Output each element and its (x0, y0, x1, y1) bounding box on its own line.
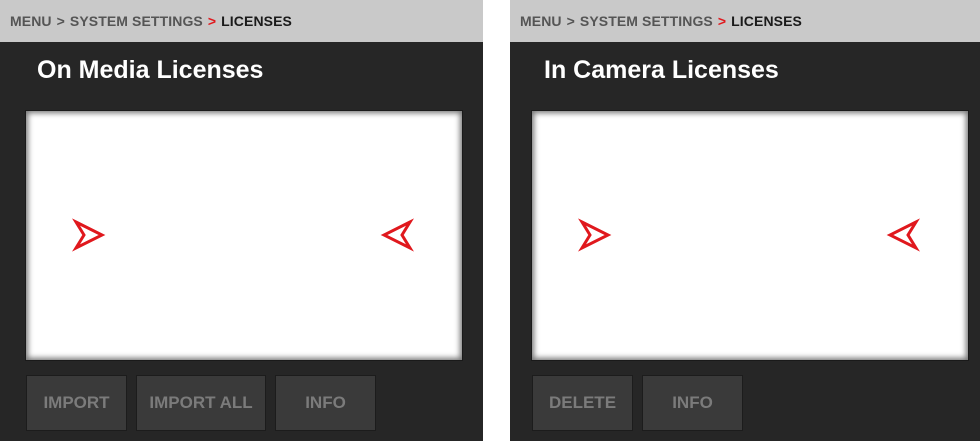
breadcrumb-current: LICENSES (221, 13, 292, 29)
info-button[interactable]: INFO (275, 375, 376, 431)
breadcrumb: MENU > SYSTEM SETTINGS > LICENSES (0, 0, 483, 42)
breadcrumb: MENU > SYSTEM SETTINGS > LICENSES (510, 0, 980, 42)
breadcrumb-menu[interactable]: MENU (520, 13, 562, 29)
breadcrumb-separator-active: > (207, 13, 217, 29)
page-title: On Media Licenses (37, 56, 264, 84)
breadcrumb-separator: > (566, 13, 575, 29)
import-all-button[interactable]: IMPORT ALL (136, 375, 266, 431)
chevron-right-icon (578, 218, 612, 252)
in-camera-licenses-panel: MENU > SYSTEM SETTINGS > LICENSES In Cam… (510, 0, 980, 441)
license-list[interactable] (532, 111, 968, 360)
breadcrumb-current: LICENSES (731, 13, 802, 29)
breadcrumb-separator: > (56, 13, 65, 29)
breadcrumb-menu[interactable]: MENU (10, 13, 52, 29)
delete-button[interactable]: DELETE (532, 375, 633, 431)
import-button[interactable]: IMPORT (26, 375, 127, 431)
license-list[interactable] (26, 111, 462, 360)
chevron-left-icon (886, 218, 920, 252)
breadcrumb-system-settings[interactable]: SYSTEM SETTINGS (70, 13, 203, 29)
chevron-right-icon (72, 218, 106, 252)
breadcrumb-system-settings[interactable]: SYSTEM SETTINGS (580, 13, 713, 29)
info-button[interactable]: INFO (642, 375, 743, 431)
page-title: In Camera Licenses (544, 56, 779, 84)
chevron-left-icon (380, 218, 414, 252)
on-media-licenses-panel: MENU > SYSTEM SETTINGS > LICENSES On Med… (0, 0, 483, 441)
breadcrumb-separator-active: > (717, 13, 727, 29)
